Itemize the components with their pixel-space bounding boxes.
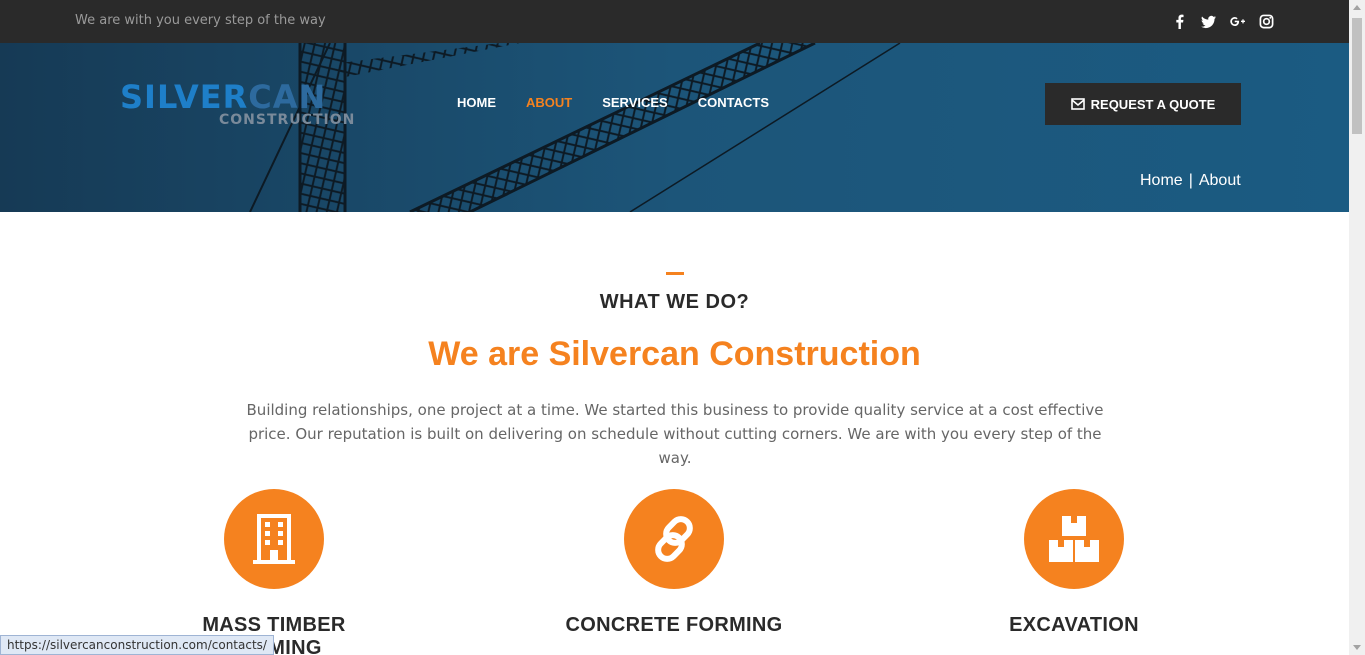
- vertical-scrollbar[interactable]: [1349, 0, 1365, 655]
- logo-can-text: CAN: [248, 78, 327, 116]
- breadcrumb-current: About: [1198, 172, 1241, 189]
- nav-home[interactable]: HOME: [457, 95, 496, 110]
- service-title: EXCAVATION: [1009, 614, 1139, 636]
- section-lead-text: Building relationships, one project at a…: [246, 401, 1104, 467]
- facebook-icon[interactable]: [1170, 11, 1189, 30]
- social-links: [1170, 11, 1276, 30]
- logo-silver-text: SILVER: [120, 78, 249, 116]
- nav-services[interactable]: SERVICES: [602, 95, 668, 110]
- envelope-icon: [1070, 98, 1085, 110]
- hero-header: SILVERCAN CONSTRUCTION HOME ABOUT SERVIC…: [0, 43, 1349, 212]
- twitter-icon[interactable]: [1199, 11, 1218, 30]
- service-icon-circle: [224, 489, 324, 589]
- service-title: CONCRETE FORMING: [565, 614, 783, 636]
- site-logo[interactable]: SILVERCAN CONSTRUCTION: [120, 81, 370, 131]
- breadcrumb: Home | About: [1140, 172, 1241, 190]
- breadcrumb-home[interactable]: Home: [1140, 172, 1183, 189]
- nav-contacts[interactable]: CONTACTS: [698, 95, 769, 110]
- service-concrete-forming[interactable]: CONCRETE FORMING: [554, 489, 794, 637]
- scroll-up-arrow-icon[interactable]: [1353, 5, 1361, 10]
- service-excavation[interactable]: EXCAVATION: [954, 489, 1194, 637]
- service-icon-circle: [1024, 489, 1124, 589]
- service-icon-circle: [624, 489, 724, 589]
- request-quote-label: REQUEST A QUOTE: [1090, 96, 1216, 112]
- tagline: We are with you every step of the way: [75, 13, 326, 28]
- breadcrumb-separator: |: [1188, 172, 1193, 189]
- service-mass-timber-framing[interactable]: MASS TIMBER FRAMING: [154, 489, 394, 655]
- section-accent-line: [666, 272, 684, 275]
- logo-subtitle: CONSTRUCTION: [219, 112, 356, 128]
- nav-about[interactable]: ABOUT: [526, 95, 572, 110]
- scrollbar-thumb[interactable]: [1352, 18, 1362, 134]
- status-bar-url: https://silvercanconstruction.com/contac…: [0, 635, 274, 655]
- top-bar: We are with you every step of the way: [0, 0, 1349, 43]
- google-plus-icon[interactable]: [1228, 11, 1247, 30]
- link-icon: [655, 516, 693, 562]
- request-quote-button[interactable]: REQUEST A QUOTE: [1045, 83, 1241, 125]
- main-nav: HOME ABOUT SERVICES CONTACTS: [457, 95, 769, 110]
- scroll-down-arrow-icon[interactable]: [1353, 645, 1361, 650]
- instagram-icon[interactable]: [1257, 11, 1276, 30]
- boxes-icon: [1049, 516, 1099, 562]
- section-headline: We are Silvercan Construction: [428, 335, 921, 373]
- section-kicker: WHAT WE DO?: [599, 291, 750, 313]
- building-icon: [253, 514, 295, 564]
